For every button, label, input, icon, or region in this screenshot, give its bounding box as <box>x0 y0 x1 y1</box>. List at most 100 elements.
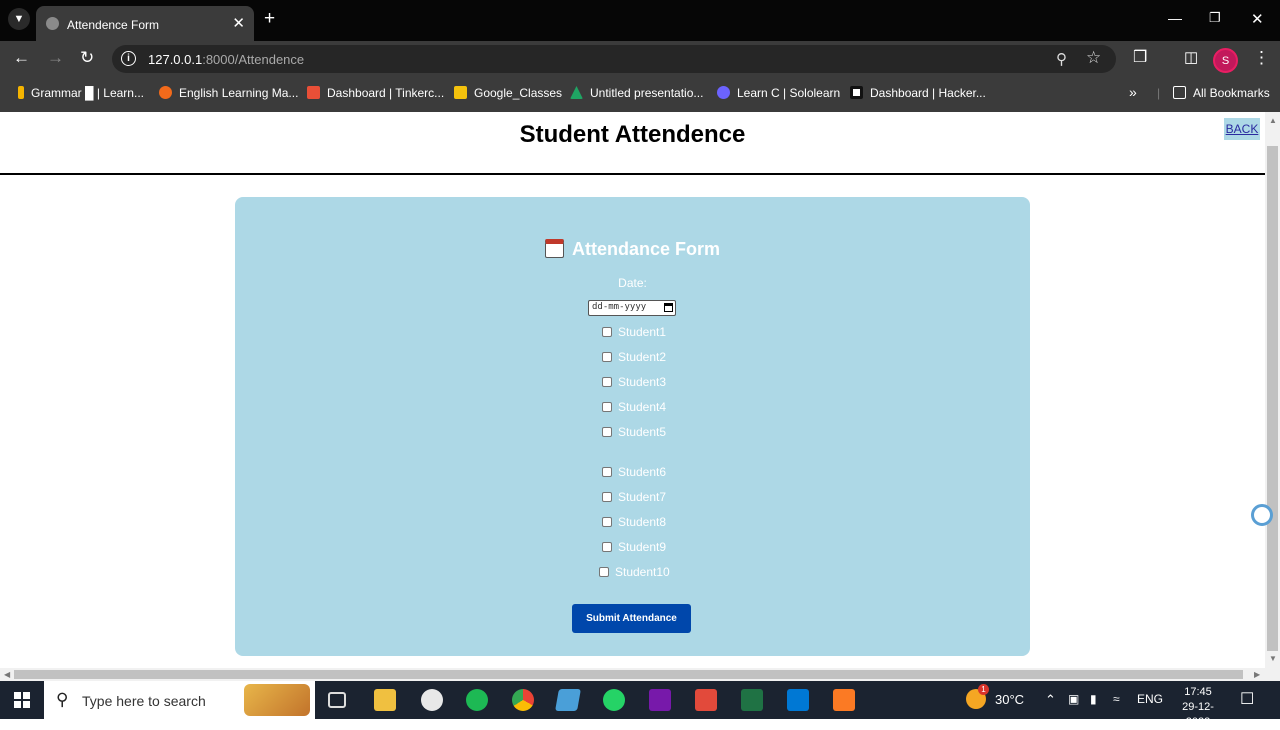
bookmark-item[interactable]: Learn C | Sololearn <box>717 86 840 100</box>
url-host: 127.0.0.1 <box>148 52 203 67</box>
site-info-icon[interactable]: i <box>121 51 136 66</box>
clock[interactable]: 17:45 29-12-2023 <box>1170 685 1226 730</box>
student-checkbox[interactable] <box>599 567 609 577</box>
active-tab[interactable]: Attendence Form ✕ <box>36 6 254 41</box>
side-panel-icon[interactable]: ◫ <box>1184 49 1198 67</box>
new-tab-button[interactable]: + <box>264 9 275 28</box>
chevron-up-icon[interactable]: ⌃ <box>1045 692 1056 708</box>
student-checkbox[interactable] <box>602 542 612 552</box>
clock-date: 29-12-2023 <box>1182 701 1214 728</box>
profile-avatar[interactable]: S <box>1213 48 1238 73</box>
onenote-icon[interactable] <box>649 689 671 711</box>
back-link[interactable]: BACK <box>1224 118 1260 140</box>
bookmark-item[interactable]: Untitled presentatio... <box>570 86 703 100</box>
close-window-button[interactable]: ✕ <box>1251 10 1264 28</box>
url-text[interactable]: 127.0.0.1:8000/Attendence <box>148 52 304 67</box>
spotify-icon[interactable] <box>466 689 488 711</box>
student-label: Student1 <box>618 325 667 339</box>
xampp-icon[interactable] <box>833 689 855 711</box>
excel-icon[interactable] <box>741 689 763 711</box>
floating-widget-icon[interactable] <box>1251 504 1273 526</box>
student-checkbox[interactable] <box>602 352 612 362</box>
date-input[interactable]: dd-mm-yyyy <box>588 300 676 316</box>
back-arrow-icon[interactable]: ← <box>13 49 30 67</box>
scroll-left-arrow[interactable]: ◀ <box>4 670 10 679</box>
close-tab-icon[interactable]: ✕ <box>232 14 245 32</box>
drive-icon <box>570 86 583 99</box>
student-checkbox[interactable] <box>602 427 612 437</box>
forward-arrow-icon[interactable]: → <box>47 49 64 67</box>
student-checkbox[interactable] <box>602 377 612 387</box>
date-placeholder: dd-mm-yyyy <box>592 302 647 312</box>
paint-icon[interactable] <box>421 689 443 711</box>
bookmarks-bar: Grammar █ | Learn... English Learning Ma… <box>0 77 1280 112</box>
student-checkbox[interactable] <box>602 402 612 412</box>
bookmark-icon <box>159 86 172 99</box>
student-checkbox[interactable] <box>602 467 612 477</box>
all-bookmarks-button[interactable]: All Bookmarks <box>1173 86 1270 100</box>
student-label: Student5 <box>618 425 667 439</box>
browser-toolbar: ← → ↻ i 127.0.0.1:8000/Attendence ⚲ ☆ ❒ … <box>0 41 1280 77</box>
tab-search-button[interactable]: ▼ <box>8 8 30 30</box>
calendar-picker-icon[interactable] <box>664 303 673 312</box>
battery-icon[interactable]: ▮ <box>1090 692 1097 706</box>
bookmark-label: Grammar █ | Learn... <box>31 86 144 100</box>
menu-kebab-icon[interactable]: ⋮ <box>1253 49 1270 67</box>
horizontal-scroll-thumb[interactable] <box>14 670 1243 679</box>
minimize-button[interactable]: — <box>1168 10 1182 26</box>
more-bookmarks-icon[interactable]: » <box>1129 84 1137 100</box>
student-row: Student1 <box>602 324 666 340</box>
student-label: Student9 <box>618 540 667 554</box>
scroll-down-arrow[interactable]: ▼ <box>1269 654 1277 663</box>
tab-title: Attendence Form <box>67 18 160 32</box>
student-row: Student10 <box>599 564 670 580</box>
chrome-icon[interactable] <box>512 689 534 711</box>
student-checkbox[interactable] <box>602 327 612 337</box>
student-label: Student4 <box>618 400 667 414</box>
task-view-icon[interactable] <box>328 692 346 708</box>
star-icon[interactable]: ☆ <box>1086 48 1101 68</box>
vscode-icon[interactable] <box>787 689 809 711</box>
bookmark-label: Dashboard | Tinkerc... <box>327 86 445 100</box>
anydesk-icon[interactable] <box>695 689 717 711</box>
restore-button[interactable]: ❐ <box>1209 10 1221 26</box>
clock-time: 17:45 <box>1184 686 1212 698</box>
bookmark-item[interactable]: English Learning Ma... <box>159 86 298 100</box>
windows-taskbar: ⚲ Type here to search 1 30°C ⌃ ▣ ▮ ≈ ENG… <box>0 681 1280 728</box>
vertical-scroll-thumb[interactable] <box>1267 146 1278 651</box>
bookmark-label: Google_Classes <box>474 86 563 100</box>
student-row: Student8 <box>602 514 666 530</box>
scroll-up-arrow[interactable]: ▲ <box>1269 116 1277 125</box>
student-checkbox[interactable] <box>602 492 612 502</box>
meet-icon[interactable]: ▣ <box>1068 692 1079 706</box>
language-indicator[interactable]: ENG <box>1137 692 1163 706</box>
zoom-icon[interactable]: ⚲ <box>1056 50 1067 68</box>
notes-app-icon[interactable] <box>555 689 581 711</box>
folder-icon <box>1173 86 1186 99</box>
taskbar-search[interactable]: ⚲ Type here to search <box>44 681 315 719</box>
wifi-icon[interactable]: ≈ <box>1113 692 1120 706</box>
bookmark-item[interactable]: Dashboard | Tinkerc... <box>307 86 444 100</box>
address-bar[interactable]: i 127.0.0.1:8000/Attendence ⚲ ☆ <box>112 45 1116 73</box>
extensions-icon[interactable]: ❒ <box>1133 49 1147 67</box>
student-label: Student7 <box>618 490 667 504</box>
reload-icon[interactable]: ↻ <box>80 49 94 67</box>
student-checkbox[interactable] <box>602 517 612 527</box>
bookmark-label: Learn C | Sololearn <box>737 86 841 100</box>
bookmarks-divider: | <box>1157 86 1161 100</box>
temperature[interactable]: 30°C <box>995 692 1024 707</box>
bookmark-item[interactable]: Dashboard | Hacker... <box>850 86 986 100</box>
whatsapp-icon[interactable] <box>603 689 625 711</box>
windows-start-icon[interactable] <box>14 692 30 708</box>
notifications-icon[interactable]: ☐ <box>1240 689 1254 709</box>
file-explorer-icon[interactable] <box>374 689 396 711</box>
bookmark-item[interactable]: Grammar █ | Learn... <box>18 86 144 100</box>
weather-badge: 1 <box>978 684 989 695</box>
bookmark-label: English Learning Ma... <box>179 86 299 100</box>
bookmark-item[interactable]: Google_Classes <box>454 86 562 100</box>
scroll-right-arrow[interactable]: ▶ <box>1254 670 1260 679</box>
student-row: Student4 <box>602 399 666 415</box>
student-label: Student3 <box>618 375 667 389</box>
tab-strip: ▼ Attendence Form ✕ + — ❐ ✕ <box>0 0 1280 41</box>
submit-attendance-button[interactable]: Submit Attendance <box>572 604 691 633</box>
